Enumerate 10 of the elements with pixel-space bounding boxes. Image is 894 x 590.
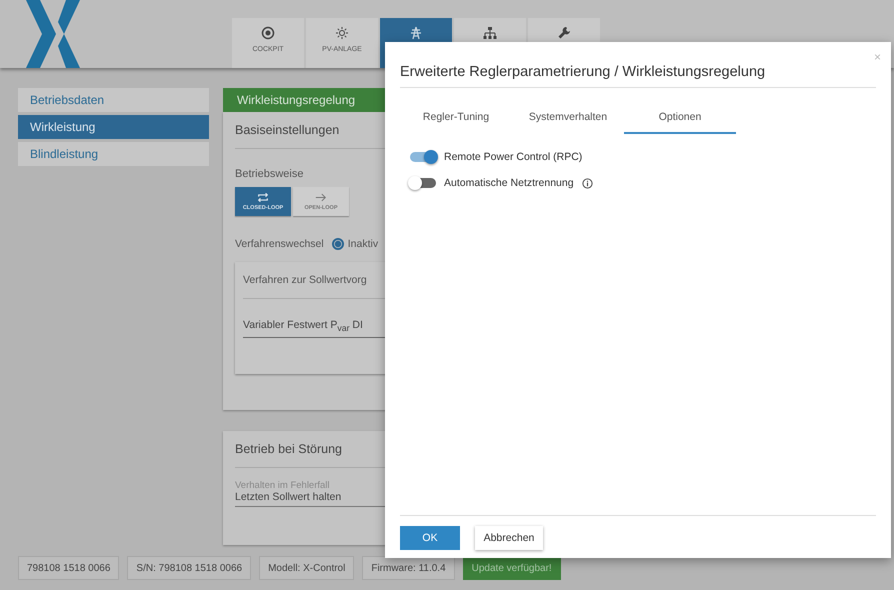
status-chip: S/N: 798108 1518 0066 xyxy=(127,556,252,580)
field-label: Verfahrenswechsel xyxy=(235,238,324,250)
dialog-title: Erweiterte Reglerparametrierung / Wirkleistungsregelung xyxy=(400,64,876,88)
radio-label: Inaktiv xyxy=(348,238,378,250)
status-chip: Modell: X-Control xyxy=(259,556,354,580)
field-label: Betriebsweise xyxy=(235,168,304,180)
status-chip: Firmware: 11.0.4 xyxy=(362,556,455,580)
option-label: Remote Power Control (RPC) xyxy=(444,151,582,163)
status-chip: 798108 1518 0066 xyxy=(18,556,120,580)
option-label: Automatische Netztrennung xyxy=(444,177,574,189)
